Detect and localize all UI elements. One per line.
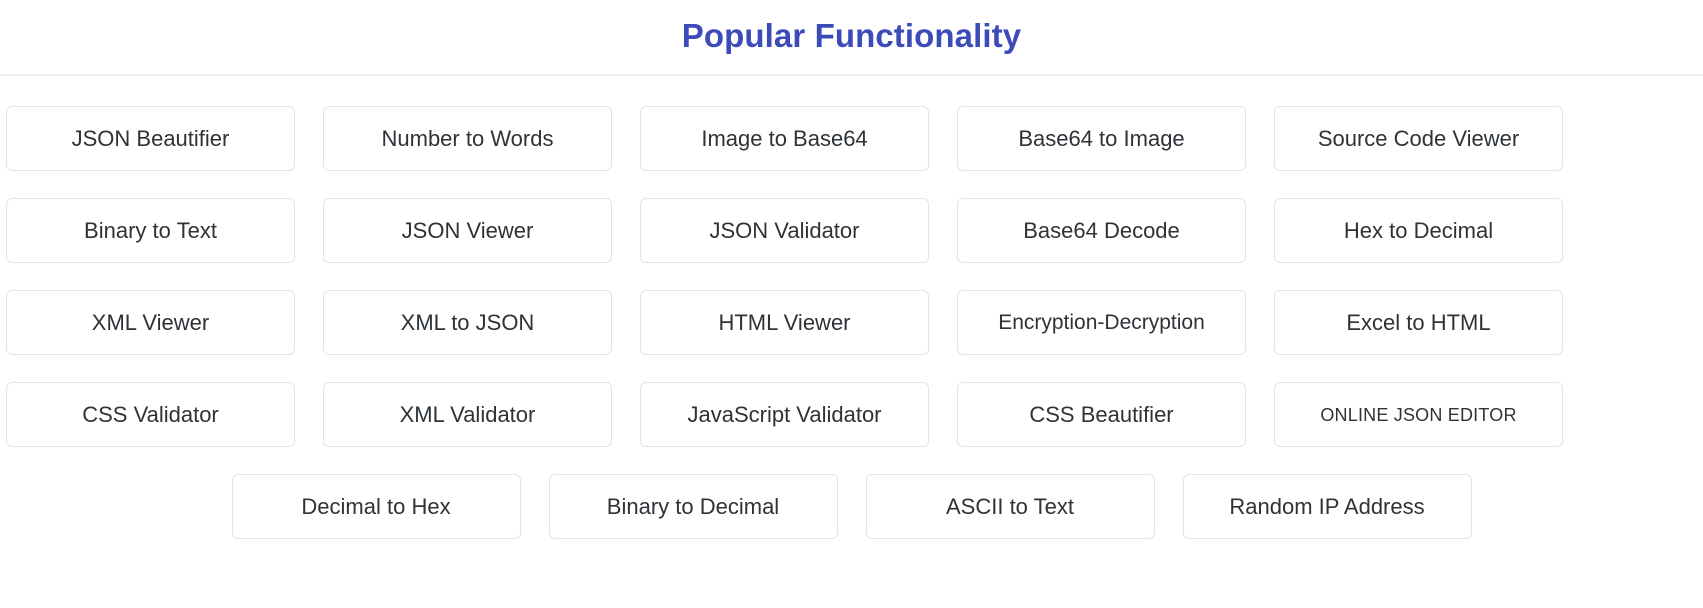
tile-button-javascript-validator[interactable]: JavaScript Validator bbox=[640, 382, 929, 447]
page-header: Popular Functionality bbox=[0, 0, 1703, 76]
tile-button-json-validator[interactable]: JSON Validator bbox=[640, 198, 929, 263]
tile-button-xml-validator[interactable]: XML Validator bbox=[323, 382, 612, 447]
tile-button-hex-to-decimal[interactable]: Hex to Decimal bbox=[1274, 198, 1563, 263]
tile-button-image-to-base64[interactable]: Image to Base64 bbox=[640, 106, 929, 171]
tile-button-json-beautifier[interactable]: JSON Beautifier bbox=[6, 106, 295, 171]
tile-button-html-viewer[interactable]: HTML Viewer bbox=[640, 290, 929, 355]
tile-button-css-beautifier[interactable]: CSS Beautifier bbox=[957, 382, 1246, 447]
tile-row-1: JSON Beautifier Number to Words Image to B… bbox=[6, 106, 1697, 171]
tile-button-encryption-decryption[interactable]: Encryption-Decryption bbox=[957, 290, 1246, 355]
tile-row-3: XML Viewer XML to JSON HTML Viewer Encrypti… bbox=[6, 290, 1697, 355]
tile-button-source-code-viewer[interactable]: Source Code Viewer bbox=[1274, 106, 1563, 171]
popular-functionality-page: Popular Functionality JSON Beautifier Num… bbox=[0, 0, 1703, 608]
page-title: Popular Functionality bbox=[681, 16, 1022, 54]
tile-button-css-validator[interactable]: CSS Validator bbox=[6, 382, 295, 447]
tile-button-base64-to-image[interactable]: Base64 to Image bbox=[957, 106, 1246, 171]
tile-button-number-to-words[interactable]: Number to Words bbox=[323, 106, 612, 171]
tile-button-ascii-to-text[interactable]: ASCII to Text bbox=[865, 474, 1155, 539]
tile-button-json-viewer[interactable]: JSON Viewer bbox=[323, 198, 612, 263]
tile-button-random-ip-address[interactable]: Random IP Address bbox=[1182, 474, 1472, 539]
tile-row-2: Binary to Text JSON Viewer JSON Validator B… bbox=[6, 198, 1697, 263]
tile-button-decimal-to-hex[interactable]: Decimal to Hex bbox=[231, 474, 521, 539]
tile-row-5: Decimal to Hex Binary to Decimal ASCII to … bbox=[6, 474, 1697, 539]
tile-row-4: CSS Validator XML Validator JavaScript Val… bbox=[6, 382, 1697, 447]
tile-button-binary-to-text[interactable]: Binary to Text bbox=[6, 198, 295, 263]
tile-button-base64-decode[interactable]: Base64 Decode bbox=[957, 198, 1246, 263]
tile-button-excel-to-html[interactable]: Excel to HTML bbox=[1274, 290, 1563, 355]
functionality-tile-grid: JSON Beautifier Number to Words Image to B… bbox=[0, 76, 1703, 539]
tile-button-online-json-editor[interactable]: ONLINE JSON EDITOR bbox=[1274, 382, 1563, 447]
tile-button-xml-viewer[interactable]: XML Viewer bbox=[6, 290, 295, 355]
tile-button-xml-to-json[interactable]: XML to JSON bbox=[323, 290, 612, 355]
tile-button-binary-to-decimal[interactable]: Binary to Decimal bbox=[548, 474, 838, 539]
